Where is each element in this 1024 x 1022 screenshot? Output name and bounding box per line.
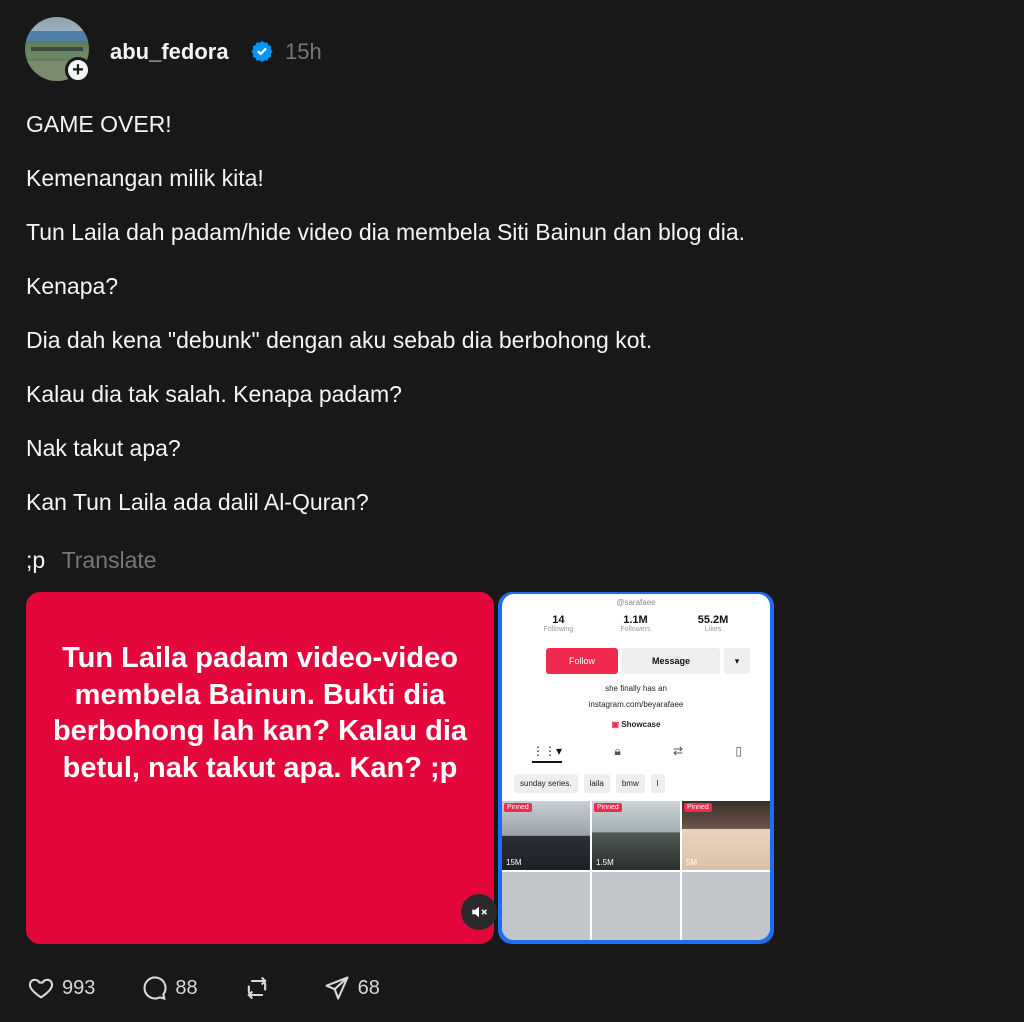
profile-handle: @sarafaee [616,598,656,607]
red-card-caption: Tun Laila padam video-video membela Bain… [52,642,468,784]
action-bar: 993 88 68 [26,970,424,1006]
video-thumb: Pinned 15M [502,801,590,870]
post-line: Dia dah kena "debunk" dengan aku sebab d… [26,327,653,353]
chip: bmw [615,774,645,793]
mute-button[interactable] [461,894,497,930]
post-body: GAME OVER! Kemenangan milik kita! Tun La… [26,108,926,540]
video-thumb [682,872,770,940]
video-grid: Pinned 15M Pinned 1.5M Pinned 5M [502,801,770,940]
post-line: Kenapa? [26,273,119,299]
profile-message-button: Message [622,648,720,674]
chip: l [650,774,665,793]
post-line: ;p [26,547,46,573]
share-count: 68 [357,976,380,999]
repost-button[interactable] [242,974,278,1002]
share-button[interactable]: 68 [322,974,380,1002]
post-line: Kalau dia tak salah. Kenapa padam? [26,381,402,407]
comment-icon [143,976,167,1000]
profile-more-button: ▾ [724,648,750,674]
speaker-muted-icon [472,906,488,918]
repost-tab-icon: ⇄ [673,744,684,758]
lock-tab-icon: 🔒︎ [614,744,621,758]
profile-screenshot: @sarafaee 14 Following 1.1M Followers 55… [502,594,770,940]
profile-showcase: ▣ Showcase [611,720,661,729]
grid-tab-icon: ⋮⋮▾ [532,744,563,763]
post-time: 15h [285,39,322,64]
video-thumb: Pinned 1.5M [592,801,680,870]
profile-link: instagram.com/beyarafaee [588,700,684,709]
chip: laila [583,774,610,793]
post-line: GAME OVER! [26,111,172,137]
profile-tabs: ⋮⋮▾ 🔒︎ ⇄ ▯ [532,744,742,763]
video-thumb: Pinned 5M [682,801,770,870]
post-last-row: ;p Translate [26,544,157,576]
stat-following: 14 Following [543,614,574,633]
chip: sunday series. [514,774,578,793]
username[interactable]: abu_fedora [110,39,229,65]
stat-followers: 1.1M Followers [620,614,651,633]
post-line: Nak takut apa? [26,435,181,461]
like-count: 993 [62,976,96,999]
profile-stats: 14 Following 1.1M Followers 55.2M Likes [502,614,770,633]
heart-icon [28,978,54,999]
media-screenshot-card[interactable]: @sarafaee 14 Following 1.1M Followers 55… [498,592,774,944]
stat-likes: 55.2M Likes [697,614,729,633]
profile-buttons: Follow Message ▾ [546,648,750,674]
reply-button[interactable]: 88 [139,974,198,1002]
bookmark-tab-icon: ▯ [735,744,742,758]
repost-icon [246,976,267,1000]
video-thumb [592,872,680,940]
media-red-card[interactable]: Tun Laila padam video-video membela Bain… [26,592,494,944]
send-icon [325,976,349,1000]
profile-follow-button: Follow [546,648,618,674]
post-line: Kemenangan milik kita! [26,165,264,191]
post-line: Tun Laila dah padam/hide video dia membe… [26,219,746,245]
profile-bio: she finally has an [605,684,667,693]
like-button[interactable]: 993 [26,974,95,1002]
translate-link[interactable]: Translate [62,547,157,573]
post-header: + abu_fedora 15h [25,17,625,85]
verified-badge-icon [251,40,273,62]
follow-plus-icon[interactable]: + [65,57,91,83]
post-line: Kan Tun Laila ada dalil Al-Quran? [26,489,369,515]
playlist-chips: sunday series. laila bmw l [514,774,665,793]
reply-count: 88 [175,976,198,999]
video-thumb [502,872,590,940]
